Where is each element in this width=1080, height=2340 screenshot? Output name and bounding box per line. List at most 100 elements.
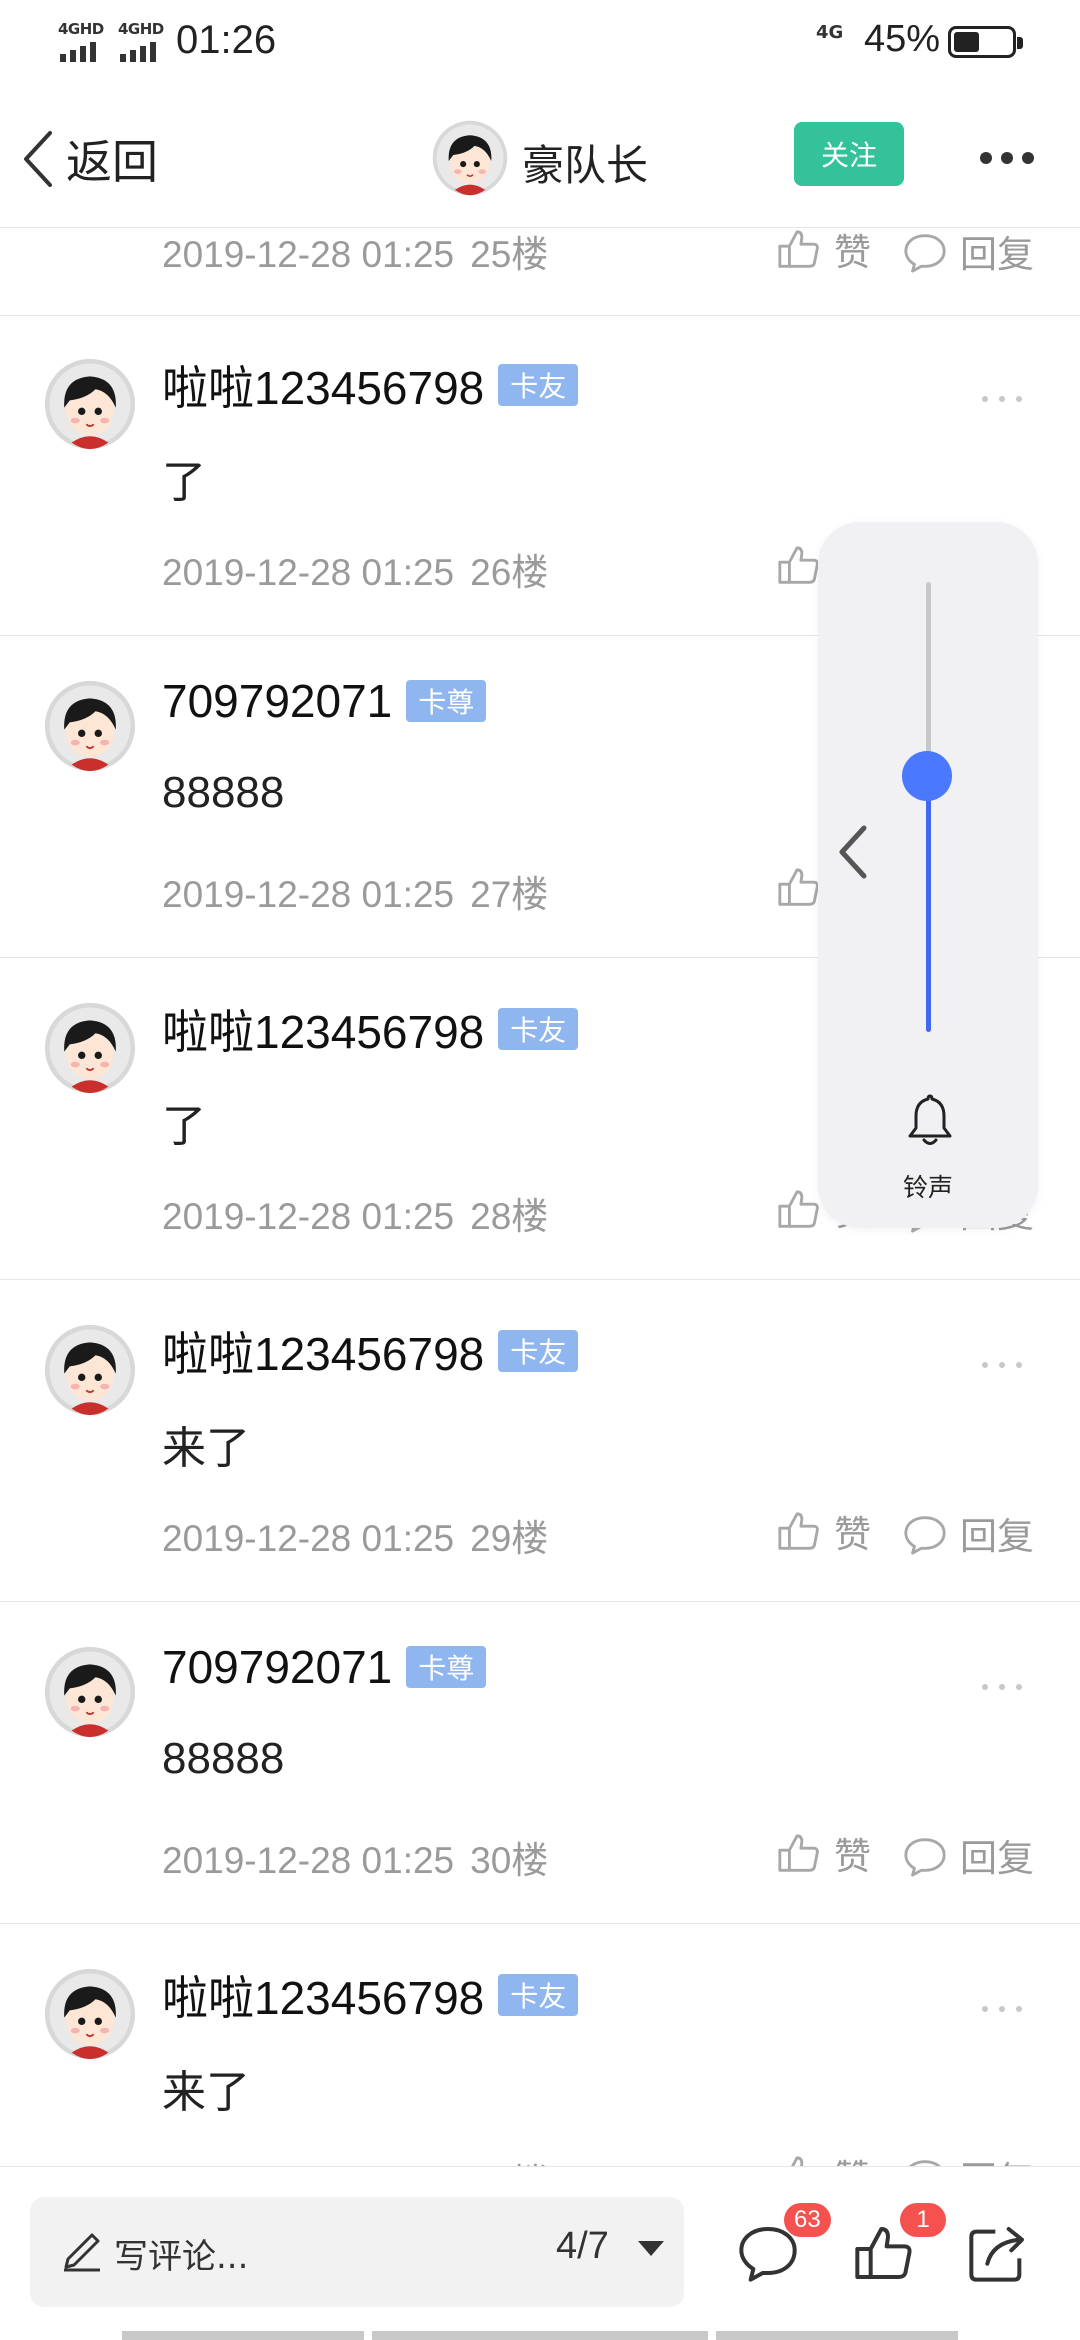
comment-bubble-icon	[902, 1510, 948, 1556]
comment-item: 啦啦123456798 卡友 来了 2019-12-28 01:25 29楼 赞 …	[0, 1282, 1080, 1602]
volume-fill	[926, 775, 931, 1032]
comment-more-button[interactable]	[982, 396, 1022, 402]
like-button[interactable]: 赞	[776, 2148, 871, 2166]
status-bar: 4GHD 4GHD 01:26 4G 45%	[0, 0, 1080, 84]
comment-meta: 2019-12-28 01:25 26楼	[162, 542, 548, 596]
comment-floor: 28楼	[470, 1196, 549, 1237]
top-nav-bar: 返回 豪队长 关注	[0, 84, 1080, 228]
username[interactable]: 啦啦123456798	[162, 352, 484, 418]
battery-percent: 45%	[864, 18, 941, 60]
like-label: 赞	[834, 2148, 871, 2166]
user-avatar[interactable]	[44, 358, 136, 450]
user-avatar[interactable]	[44, 680, 136, 772]
like-count-badge: 1	[900, 2203, 946, 2237]
like-button[interactable]: 赞	[776, 1826, 871, 1880]
comment-item: 啦啦123456798 卡友 来了 2019-12-28 01:2531楼 赞 …	[0, 1926, 1080, 2166]
username[interactable]: 啦啦123456798	[162, 1962, 484, 2028]
like-label: 赞	[834, 231, 871, 274]
reply-label: 回复	[960, 1515, 1034, 1558]
comment-time: 2019-12-28 01:25	[162, 552, 455, 593]
sim2-label: 4GHD	[118, 20, 164, 38]
user-badge: 卡友	[498, 1974, 579, 2016]
comment-floor: 26楼	[470, 552, 549, 593]
comment-meta: 2019-12-28 01:25 29楼	[162, 1508, 548, 1562]
status-time: 01:26	[176, 18, 277, 62]
chevron-left-icon[interactable]	[834, 822, 874, 882]
comment-time: 2019-12-28 01:25	[162, 1196, 455, 1237]
username[interactable]: 啦啦123456798	[162, 1318, 484, 1384]
comment-floor: 27楼	[470, 874, 549, 915]
comment-time: 2019-12-28 01:25	[162, 1518, 455, 1559]
reply-label: 回复	[960, 1837, 1034, 1880]
comment-more-button[interactable]	[982, 1684, 1022, 1690]
user-avatar[interactable]	[44, 1002, 136, 1094]
thumbs-up-icon	[776, 1830, 822, 1876]
write-comment-input[interactable]: 写评论... 4/7	[30, 2197, 684, 2307]
comment-user: 709792071 卡尊	[162, 674, 487, 728]
like-label: 赞	[834, 1513, 871, 1556]
like-label: 赞	[834, 1835, 871, 1878]
reply-button[interactable]: 回复	[902, 1506, 1034, 1560]
reply-label: 回复	[960, 233, 1034, 276]
comment-text: 了	[162, 1102, 206, 1151]
comment-text: 了	[162, 458, 206, 507]
comment-meta: 2019-12-28 01:25 27楼	[162, 864, 548, 918]
comment-bubble-icon	[902, 2154, 948, 2166]
comment-user: 啦啦123456798 卡友	[162, 996, 579, 1062]
user-avatar[interactable]	[44, 1968, 136, 2060]
comment-item: 709792071 卡尊 88888 2019-12-28 01:25 30楼 赞…	[0, 1604, 1080, 1924]
comment-text: 88888	[162, 1734, 285, 1783]
page-title: 豪队长	[522, 141, 649, 190]
page-indicator[interactable]: 4/7	[556, 2225, 609, 2268]
comment-bubble-icon	[902, 1832, 948, 1878]
author-avatar[interactable]	[432, 120, 508, 196]
like-button[interactable]: 赞	[776, 228, 871, 276]
volume-slider-handle[interactable]	[902, 750, 952, 801]
comment-bubble-icon	[902, 228, 948, 274]
comment-time: 2019-12-28 01:25	[162, 234, 455, 275]
like-button[interactable]: 赞	[776, 1504, 871, 1558]
username[interactable]: 709792071	[162, 674, 392, 728]
thumbs-up-icon	[776, 1186, 822, 1232]
user-badge: 卡友	[498, 1330, 579, 1372]
bell-icon[interactable]	[908, 1092, 952, 1148]
username[interactable]: 709792071	[162, 1640, 392, 1694]
comment-user: 啦啦123456798 卡友	[162, 352, 579, 418]
comment-user: 啦啦123456798 卡友	[162, 1318, 579, 1384]
comment-meta: 2019-12-28 01:2531楼	[162, 2152, 548, 2166]
user-avatar[interactable]	[44, 1324, 136, 1416]
nav-gesture-bar	[372, 2331, 708, 2340]
username[interactable]: 啦啦123456798	[162, 996, 484, 1062]
follow-button[interactable]: 关注	[794, 122, 904, 186]
reply-label: 回复	[960, 2150, 1034, 2166]
comment-user: 709792071 卡尊	[162, 1640, 487, 1694]
back-button[interactable]: 返回	[20, 124, 158, 194]
user-badge: 卡尊	[406, 1646, 487, 1688]
reply-button[interactable]: 回复	[902, 228, 1034, 278]
caret-down-icon[interactable]	[638, 2241, 664, 2256]
volume-panel[interactable]: 铃声	[818, 522, 1038, 1228]
user-badge: 卡尊	[406, 680, 487, 722]
nav-gesture-bar	[122, 2331, 364, 2340]
comment-meta: 2019-12-28 01:25 28楼	[162, 1186, 548, 1240]
comment-placeholder: 写评论...	[114, 2237, 249, 2277]
user-avatar[interactable]	[44, 1646, 136, 1738]
reply-button[interactable]: 回复	[902, 1828, 1034, 1882]
more-options-button[interactable]	[980, 152, 1034, 164]
back-label: 返回	[66, 135, 158, 189]
network-type: 4G	[816, 22, 844, 43]
user-badge: 卡友	[498, 364, 579, 406]
user-badge: 卡友	[498, 1008, 579, 1050]
thumbs-up-icon	[776, 228, 822, 272]
comment-more-button[interactable]	[982, 1362, 1022, 1368]
comment-text: 88888	[162, 768, 285, 817]
thumbs-up-icon	[776, 542, 822, 588]
comment-more-button[interactable]	[982, 2006, 1022, 2012]
reply-button[interactable]: 回复	[902, 2150, 1034, 2166]
battery-icon	[948, 26, 1023, 58]
comment-floor: 29楼	[470, 1518, 549, 1559]
nav-gesture-bar	[716, 2331, 958, 2340]
share-icon[interactable]	[966, 2221, 1030, 2285]
pencil-icon	[64, 2233, 100, 2272]
comment-count-badge: 63	[784, 2203, 831, 2237]
